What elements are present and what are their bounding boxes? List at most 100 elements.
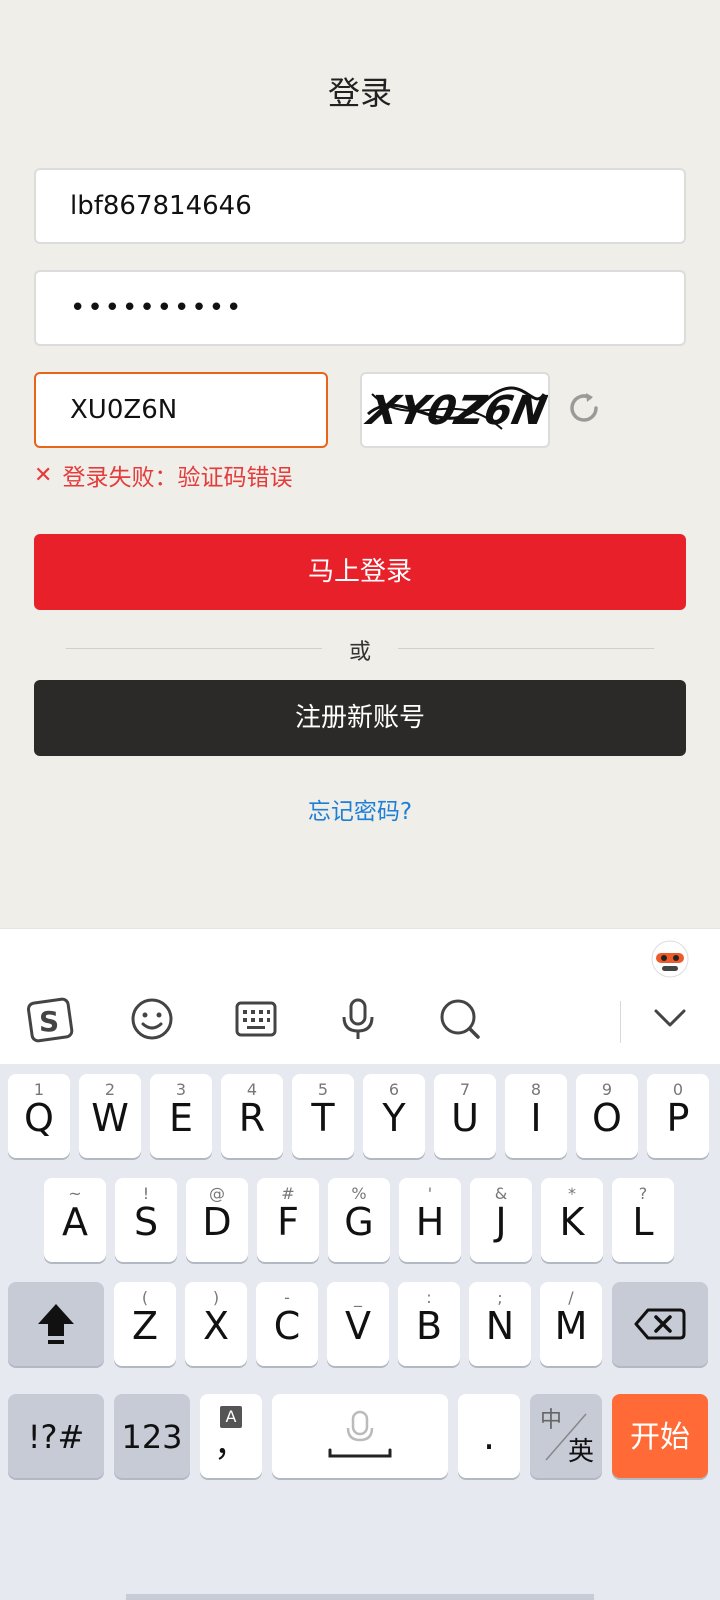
key-a[interactable]: ~ A xyxy=(44,1178,106,1262)
search-icon[interactable] xyxy=(436,995,484,1043)
space-key[interactable] xyxy=(272,1394,448,1478)
key-m[interactable]: / M xyxy=(540,1282,602,1366)
ime-mascot-icon[interactable] xyxy=(648,935,692,979)
space-mic-icon xyxy=(328,1410,392,1458)
home-indicator xyxy=(126,1594,594,1600)
refresh-captcha-icon[interactable] xyxy=(566,390,602,426)
key-primary-label: S xyxy=(133,1200,159,1244)
key-primary-label: F xyxy=(277,1200,299,1244)
enter-key[interactable]: 开始 xyxy=(612,1394,708,1478)
backspace-icon xyxy=(634,1308,686,1340)
key-primary-label: Q xyxy=(24,1096,54,1140)
key-primary-label: J xyxy=(495,1200,507,1244)
page-title: 登录 xyxy=(327,74,392,112)
period-key[interactable]: . xyxy=(458,1394,520,1478)
numbers-key[interactable]: 123 xyxy=(114,1394,190,1478)
ime-toolbar: S xyxy=(0,928,720,1065)
captcha-image[interactable]: XY0Z6N xyxy=(360,372,550,448)
key-f[interactable]: # F xyxy=(257,1178,319,1262)
key-q[interactable]: 1Q xyxy=(8,1074,70,1158)
collapse-chevron-icon[interactable] xyxy=(646,995,694,1043)
key-r[interactable]: 4R xyxy=(221,1074,283,1158)
key-primary-label: D xyxy=(202,1200,232,1244)
numbers-key-label: 123 xyxy=(121,1418,183,1456)
key-l[interactable]: ? L xyxy=(612,1178,674,1262)
key-h[interactable]: ' H xyxy=(399,1178,461,1262)
lang-divider-icon xyxy=(545,1413,587,1461)
symbols-key-label: !?# xyxy=(27,1418,85,1456)
key-o[interactable]: 9O xyxy=(576,1074,638,1158)
forgot-password-link[interactable]: 忘记密码? xyxy=(0,792,720,826)
toolbar-separator xyxy=(620,1001,621,1043)
key-primary-label: X xyxy=(202,1304,230,1348)
divider-text: 或 xyxy=(348,640,371,665)
username-input[interactable]: lbf867814646 xyxy=(34,168,686,244)
key-z[interactable]: (Z xyxy=(114,1282,176,1366)
soft-keyboard: 1Q2W3E4R5T6Y7U8I9O0P ~ A! S @ D # F% G ' H & J * K? L … xyxy=(0,1064,720,1600)
error-icon: ✕ xyxy=(34,462,53,488)
key-k[interactable]: * K xyxy=(541,1178,603,1262)
sogou-logo-icon[interactable]: S xyxy=(26,995,74,1043)
svg-text:S: S xyxy=(39,1005,59,1038)
login-button[interactable]: 马上登录 xyxy=(34,534,686,610)
key-e[interactable]: 3E xyxy=(150,1074,212,1158)
emoji-icon[interactable] xyxy=(128,995,176,1043)
key-g[interactable]: % G xyxy=(328,1178,390,1262)
key-p[interactable]: 0P xyxy=(647,1074,709,1158)
comma-key-label: ， xyxy=(214,1425,248,1465)
key-u[interactable]: 7U xyxy=(434,1074,496,1158)
key-primary-label: I xyxy=(530,1096,542,1140)
captcha-input[interactable]: XU0Z6N xyxy=(34,372,328,448)
symbols-key[interactable]: !?# xyxy=(8,1394,104,1478)
key-c[interactable]: -C xyxy=(256,1282,318,1366)
error-message: ✕ 登录失败：验证码错误 xyxy=(34,458,292,492)
key-primary-label: K xyxy=(559,1200,585,1244)
backspace-key[interactable] xyxy=(612,1282,708,1366)
shift-icon xyxy=(38,1304,74,1344)
key-primary-label: B xyxy=(415,1304,443,1348)
key-primary-label: P xyxy=(666,1096,690,1140)
register-button[interactable]: 注册新账号 xyxy=(34,680,686,756)
key-w[interactable]: 2W xyxy=(79,1074,141,1158)
key-n[interactable]: ; N xyxy=(469,1282,531,1366)
key-primary-label: G xyxy=(344,1200,374,1244)
keyboard-icon[interactable] xyxy=(232,995,280,1043)
key-primary-label: E xyxy=(168,1096,193,1140)
language-switch-key[interactable]: 中 英 xyxy=(530,1394,602,1478)
password-input[interactable]: •••••••••• xyxy=(34,270,686,346)
microphone-icon[interactable] xyxy=(334,995,382,1043)
key-primary-label: O xyxy=(592,1096,622,1140)
key-primary-label: V xyxy=(345,1304,371,1348)
key-y[interactable]: 6Y xyxy=(363,1074,425,1158)
key-primary-label: U xyxy=(451,1096,479,1140)
key-primary-label: T xyxy=(311,1096,335,1140)
period-key-label: . xyxy=(482,1414,496,1458)
key-primary-label: C xyxy=(273,1304,301,1348)
key-primary-label: W xyxy=(91,1096,129,1140)
error-text: 登录失败：验证码错误 xyxy=(62,465,293,491)
key-j[interactable]: & J xyxy=(470,1178,532,1262)
enter-key-label: 开始 xyxy=(630,1420,690,1455)
key-primary-label: L xyxy=(632,1200,654,1244)
key-s[interactable]: ! S xyxy=(115,1178,177,1262)
key-x[interactable]: ) X xyxy=(185,1282,247,1366)
key-primary-label: R xyxy=(238,1096,266,1140)
key-d[interactable]: @ D xyxy=(186,1178,248,1262)
key-primary-label: H xyxy=(415,1200,445,1244)
key-v[interactable]: _ V xyxy=(327,1282,389,1366)
comma-key[interactable]: A ， xyxy=(200,1394,262,1478)
shift-key[interactable] xyxy=(8,1282,104,1366)
key-b[interactable]: :B xyxy=(398,1282,460,1366)
key-primary-label: Y xyxy=(382,1096,406,1140)
key-t[interactable]: 5T xyxy=(292,1074,354,1158)
key-primary-label: Z xyxy=(131,1304,159,1348)
divider-line-right xyxy=(398,648,654,649)
login-screen: 登录 lbf867814646 •••••••••• XU0Z6N XY0Z6N… xyxy=(0,0,720,928)
key-i[interactable]: 8I xyxy=(505,1074,567,1158)
captcha-graphic: XY0Z6N xyxy=(362,386,548,433)
key-primary-label: M xyxy=(554,1304,588,1348)
key-primary-label: A xyxy=(62,1200,88,1244)
captcha-image-text: XY0Z6N xyxy=(362,386,548,433)
or-divider: 或 xyxy=(66,634,654,665)
key-primary-label: N xyxy=(485,1304,515,1348)
